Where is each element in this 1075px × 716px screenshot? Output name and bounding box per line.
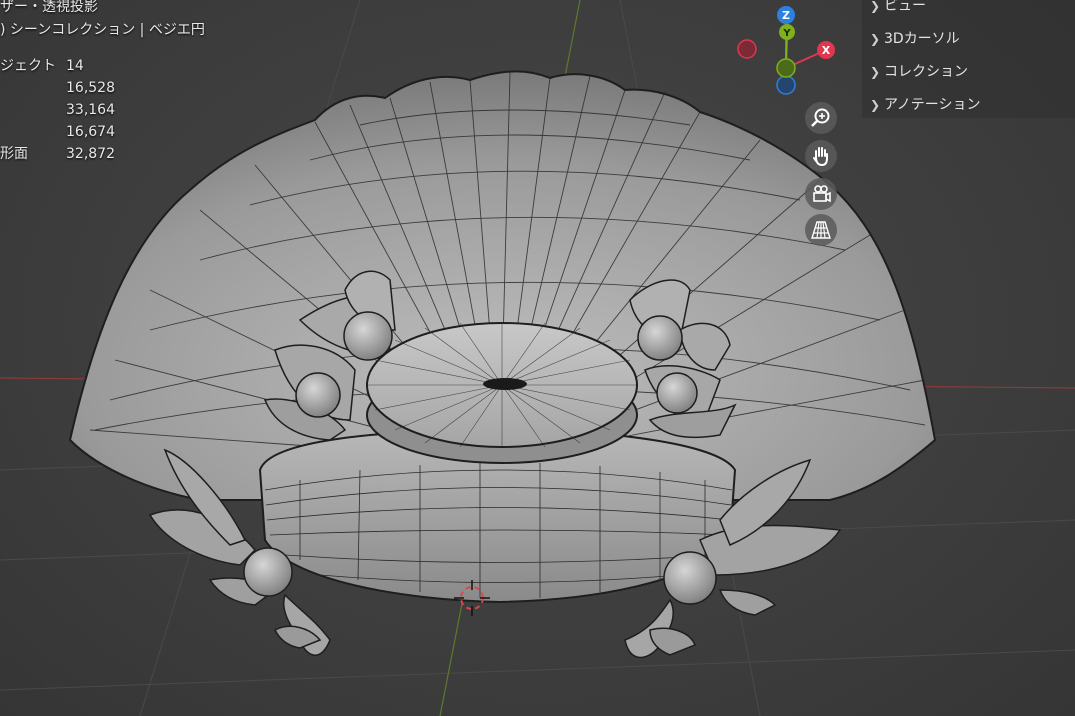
stat-objects-value: 14: [66, 58, 84, 74]
zoom-button[interactable]: [805, 102, 837, 134]
stat-edges-value: 33,164: [66, 102, 115, 118]
hand-pan-icon: [813, 147, 828, 167]
3d-viewport[interactable]: ザー・透視投影 ) シーンコレクション | ベジエ円 ジェクト 14 16,52…: [0, 0, 1075, 716]
overlay-sidebar-panel: ❯ ビュー ❯ 3Dカーソル ❯ コレクション ❯ アノテーション: [862, 0, 1075, 118]
chevron-right-icon: ❯: [870, 32, 881, 46]
x-axis-label: X: [822, 44, 831, 57]
chevron-right-icon: ❯: [870, 98, 881, 112]
camera-icon: [813, 185, 831, 203]
grid-perspective-icon: [811, 221, 831, 239]
negative-z-axis-icon[interactable]: [776, 75, 796, 95]
panel-item-3d-cursor[interactable]: ❯ 3Dカーソル: [870, 26, 960, 52]
y-axis-label: Y: [782, 28, 791, 39]
stat-faces-value: 16,674: [66, 124, 115, 140]
negative-x-axis-icon[interactable]: [737, 39, 757, 59]
panel-item-collection[interactable]: ❯ コレクション: [870, 59, 968, 85]
stat-triangles-label: 形面: [0, 146, 28, 162]
chevron-right-icon: ❯: [870, 0, 881, 13]
panel-item-annotation[interactable]: ❯ アノテーション: [870, 92, 980, 118]
stat-objects-label: ジェクト: [0, 58, 56, 74]
negative-y-axis-icon[interactable]: [776, 58, 796, 78]
view-mode-label: ザー・透視投影: [0, 0, 98, 15]
stat-vertices-value: 16,528: [66, 80, 115, 96]
z-axis-label: Z: [782, 9, 790, 22]
navigation-gizmo[interactable]: Y Z X: [730, 0, 845, 100]
chevron-right-icon: ❯: [870, 65, 881, 79]
panel-item-label: アノテーション: [884, 97, 981, 113]
scene-collection-label: ) シーンコレクション | ベジエ円: [0, 22, 205, 38]
stat-triangles-value: 32,872: [66, 146, 115, 162]
pan-button[interactable]: [805, 140, 837, 172]
panel-item-label: 3Dカーソル: [884, 31, 960, 47]
pedestal-top: [366, 322, 638, 464]
perspective-toggle-button[interactable]: [805, 214, 837, 246]
panel-item-view[interactable]: ❯ ビュー: [870, 0, 926, 19]
zoom-icon: [811, 108, 830, 127]
panel-item-label: コレクション: [884, 64, 968, 80]
camera-view-button[interactable]: [805, 178, 837, 210]
panel-item-label: ビュー: [884, 0, 926, 14]
